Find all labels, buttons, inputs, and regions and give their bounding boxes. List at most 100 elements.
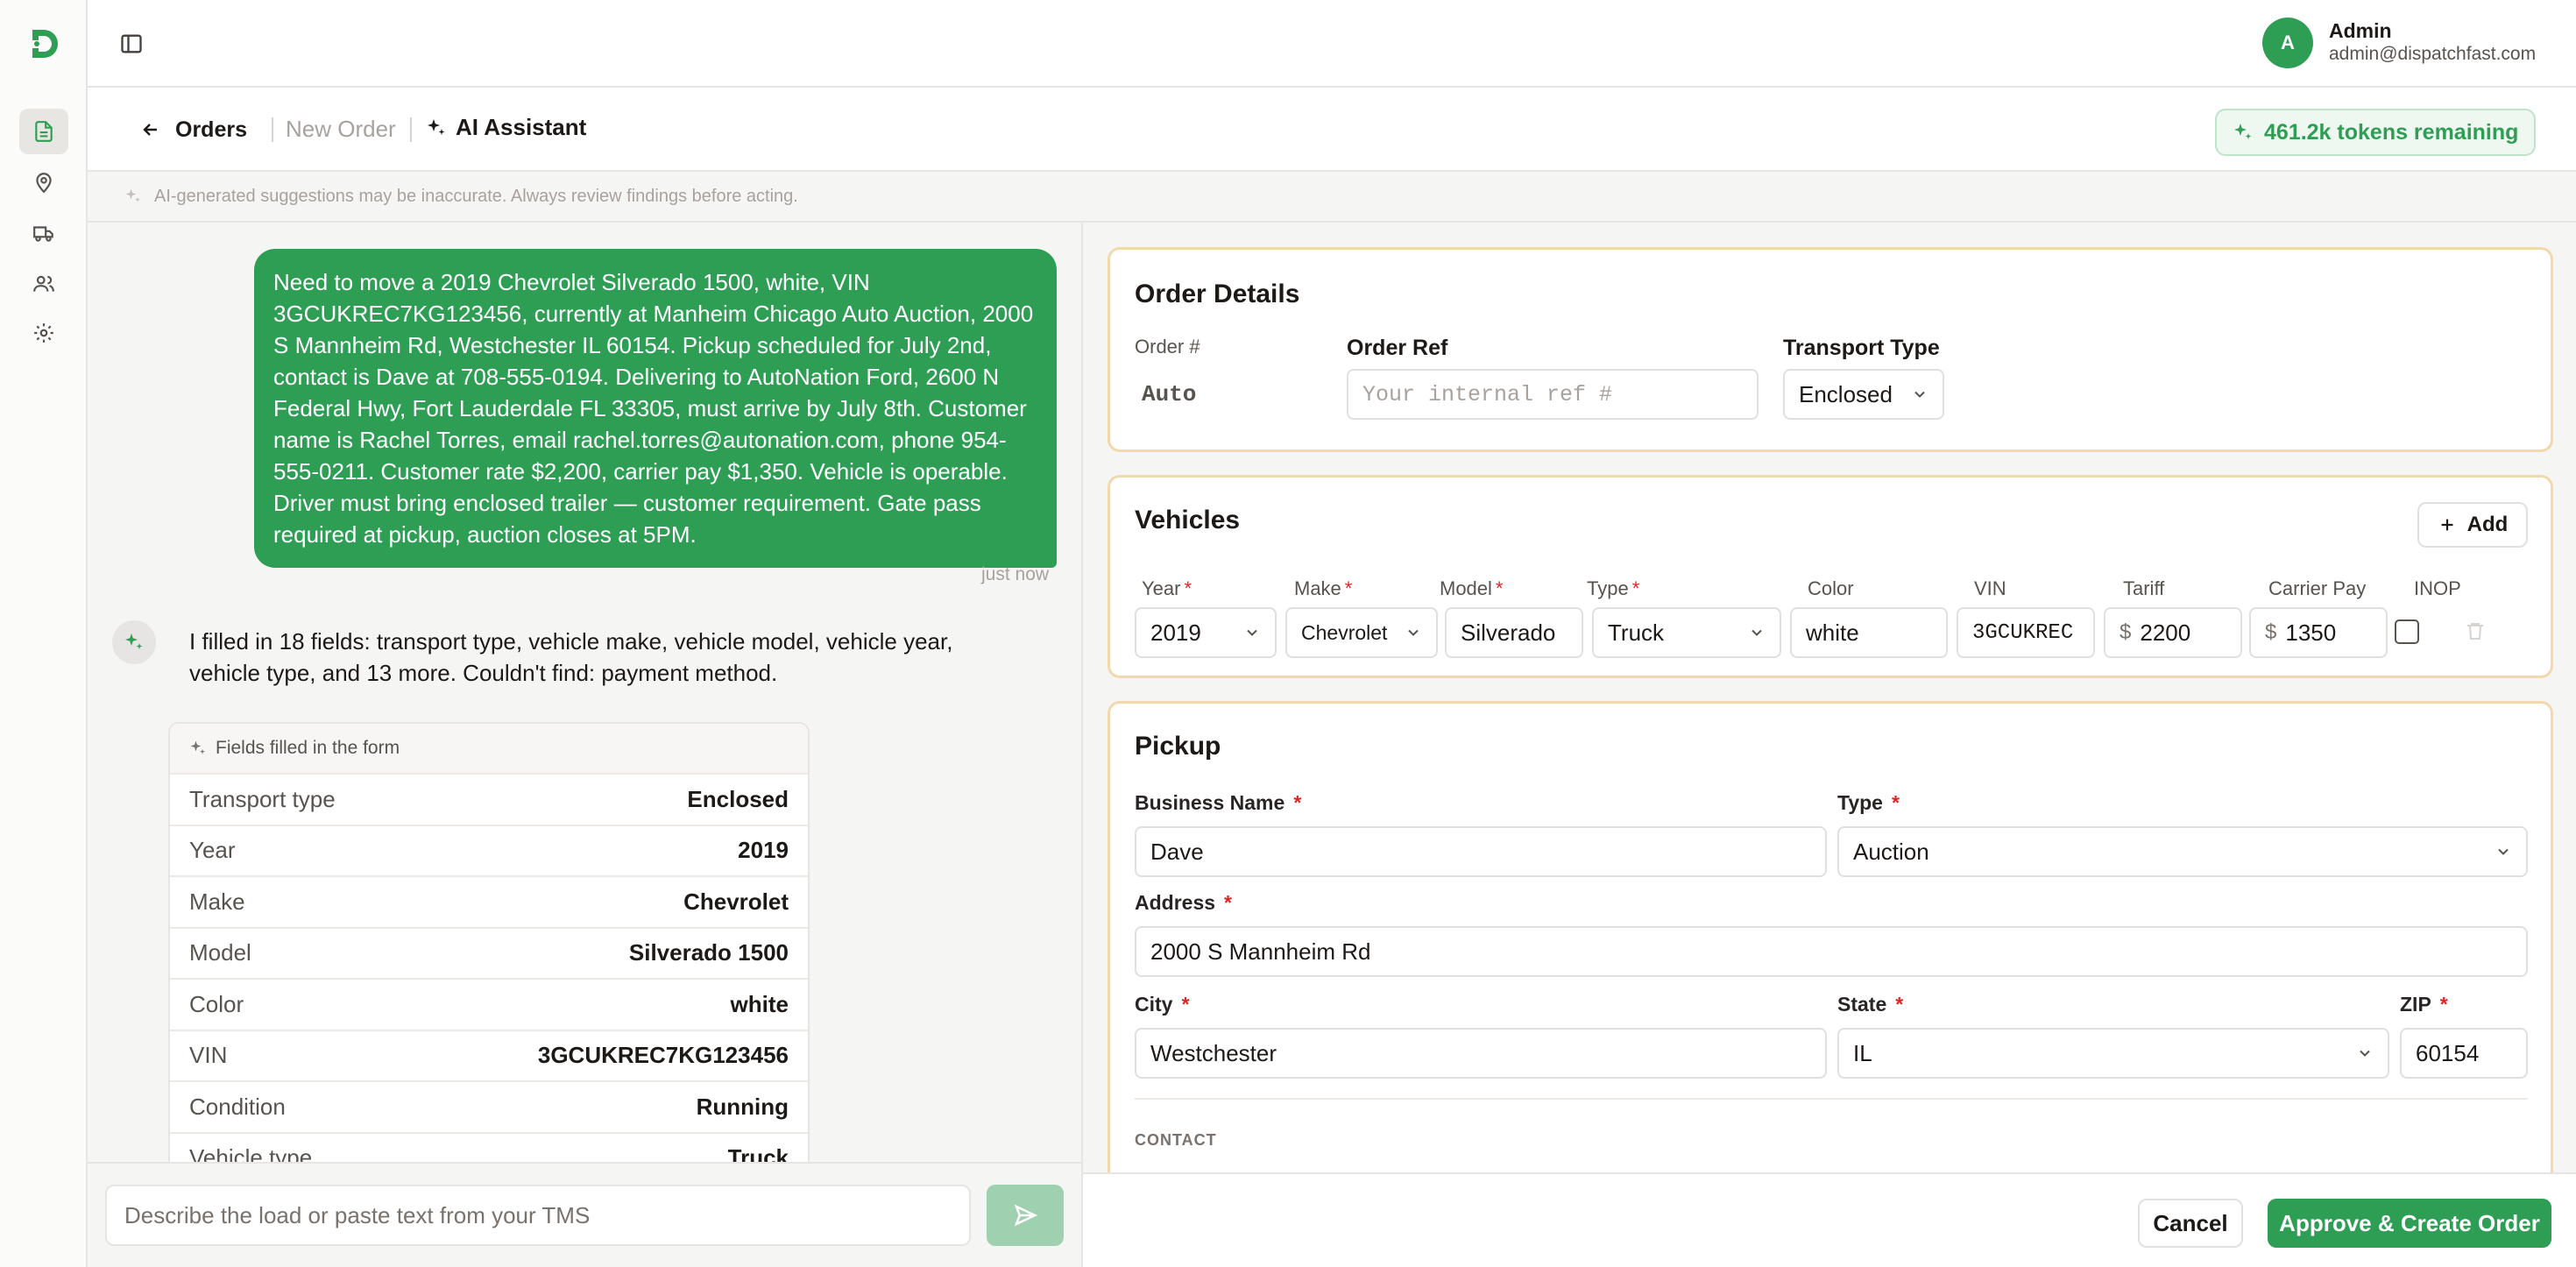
required-mark: * [1344,577,1353,599]
state-label: State [1837,993,1887,1016]
order-num-value: Auto [1142,381,1197,407]
add-vehicle-label: Add [2466,513,2509,536]
filled-value: Enclosed [687,785,789,812]
required-mark: * [1895,993,1904,1016]
transport-type-label: Transport Type [1783,336,1940,360]
required-mark: * [2439,993,2448,1016]
order-details-title: Order Details [1135,280,1300,308]
vehicle-make-select[interactable]: Chevrolet [1285,607,1438,658]
filled-fields-title: Fields filled in the form [216,738,400,758]
user-message-bubble: Need to move a 2019 Chevrolet Silverado … [254,249,1057,568]
nav-settings-icon[interactable] [19,310,68,356]
filled-key: Make [189,888,245,915]
col-make: Make * [1294,577,1352,600]
breadcrumb-new-order[interactable]: New Order [286,116,396,143]
filled-value: Running [696,1093,789,1120]
filled-key: Year [189,837,236,864]
required-mark: * [1293,791,1302,814]
vehicle-type-select[interactable]: Truck [1592,607,1781,658]
filled-key: Condition [189,1093,286,1120]
chevron-down-icon [2360,1050,2370,1057]
pickup-type-select[interactable]: Auction [1837,826,2528,877]
state-select[interactable]: IL [1837,1028,2389,1079]
chevron-down-icon [1408,629,1419,636]
ai-avatar-icon [112,620,156,664]
back-to-orders-link[interactable]: Orders [140,110,247,149]
nav-users-icon[interactable] [19,261,68,307]
col-type-label: Type [1587,577,1629,599]
sparkles-icon [190,740,205,754]
message-timestamp: just now [981,564,1050,584]
required-mark: * [1184,577,1192,599]
trash-icon[interactable] [2465,619,2489,646]
city-label: City [1135,993,1173,1016]
sidebar-toggle-icon[interactable] [114,26,149,61]
filled-value: 3GCUKREC7KG123456 [537,1042,789,1069]
pickup-type-label: Type [1837,791,1883,814]
chevron-down-icon [1914,391,1925,398]
vehicle-vin-input[interactable]: 3GCUKREC [1957,607,2095,658]
col-inop: INOP [2414,577,2461,599]
send-button[interactable] [987,1185,1064,1246]
required-mark: * [1891,791,1900,814]
chat-input[interactable] [105,1185,971,1246]
tokens-badge: 461.2k tokens remaining [2215,109,2537,156]
col-model: Model * [1440,577,1503,600]
transport-type-value: Enclosed [1799,380,1893,407]
chat-panel: Need to move a 2019 Chevrolet Silverado … [88,223,1083,1267]
cancel-button[interactable]: Cancel [2138,1199,2243,1248]
vehicle-carrier-pay-input[interactable]: $ 1350 [2249,607,2388,658]
add-vehicle-button[interactable]: Add [2417,502,2528,548]
ai-message: I filled in 18 fields: transport type, v… [189,628,953,686]
transport-type-select[interactable]: Enclosed [1783,369,1944,420]
order-ref-input[interactable]: Your internal ref # [1347,369,1759,420]
business-name-input[interactable]: Dave [1135,826,1827,877]
chevron-down-icon [2498,848,2509,855]
col-make-label: Make [1294,577,1341,599]
vehicle-year-select[interactable]: 2019 [1135,607,1277,658]
nav-truck-icon[interactable] [19,210,68,256]
vehicle-model-input[interactable]: Silverado [1445,607,1583,658]
filled-key: VIN [189,1042,228,1069]
col-model-label: Model [1440,577,1492,599]
nav-map-pin-icon[interactable] [19,159,68,205]
app-logo-icon[interactable] [25,25,63,63]
breadcrumb-orders-label: Orders [175,117,247,142]
top-bar: A Admin admin@dispatchfast.com [88,0,2576,88]
vehicle-tariff-input[interactable]: $ 2200 [2104,607,2242,658]
filled-row: VIN 3GCUKREC7KG123456 [170,1031,808,1082]
col-type: Type * [1587,577,1639,600]
inop-checkbox[interactable] [2395,619,2419,644]
breadcrumb-divider [272,117,273,142]
city-label-wrap: City * [1135,993,1189,1016]
zip-input[interactable]: 60154 [2400,1028,2528,1079]
filled-row: Year 2019 [170,826,808,877]
user-email: admin@dispatchfast.com [2329,44,2537,64]
city-input[interactable]: Westchester [1135,1028,1827,1079]
nav-orders-icon[interactable] [19,109,68,154]
business-name-label-wrap: Business Name * [1135,791,1301,815]
filled-row: Transport type Enclosed [170,775,808,826]
address-label: Address [1135,891,1216,914]
plus-icon [2441,519,2453,531]
pickup-card: Pickup Business Name * Dave Type * Auction… [1108,701,2553,1172]
user-avatar[interactable]: A [2262,18,2313,68]
order-form-panel: Order Details Order # Auto Order Ref You… [1083,223,2576,1172]
filled-row: Condition Running [170,1082,808,1134]
filled-key: Color [189,990,244,1017]
col-carrier-pay: Carrier Pay [2268,577,2367,599]
vehicle-tariff-value: 2200 [2140,619,2191,646]
required-mark: * [1181,993,1190,1016]
state-label-wrap: State * [1837,993,1903,1016]
approve-create-order-button[interactable]: Approve & Create Order [2268,1199,2551,1248]
section-divider [1135,1098,2528,1100]
currency-prefix: $ [2120,620,2132,644]
vehicle-make-value: Chevrolet [1301,620,1388,644]
vehicle-carrier-pay-value: 1350 [2285,619,2337,646]
filled-value: 2019 [738,837,789,864]
nav-rail [0,0,88,1267]
arrow-left-icon [143,124,157,136]
send-icon [1014,1204,1038,1227]
vehicle-color-input[interactable]: white [1790,607,1948,658]
address-input[interactable]: 2000 S Mannheim Rd [1135,926,2528,977]
